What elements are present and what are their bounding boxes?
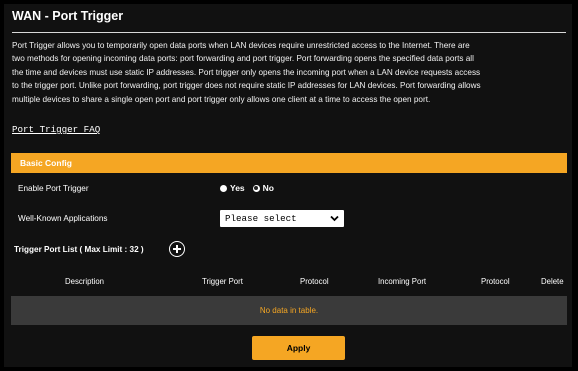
col-trigger-port: Trigger Port bbox=[202, 277, 243, 286]
well-known-apps-select[interactable]: Please select bbox=[220, 210, 344, 227]
yes-label[interactable]: Yes bbox=[230, 183, 245, 193]
title-divider bbox=[12, 32, 566, 33]
apply-button[interactable]: Apply bbox=[252, 336, 345, 360]
basic-config-header: Basic Config bbox=[11, 153, 567, 173]
description: Port Trigger allows you to temporarily o… bbox=[12, 39, 568, 106]
trigger-list-title: Trigger Port List ( Max Limit : 32 ) bbox=[14, 245, 144, 254]
col-protocol-2: Protocol bbox=[481, 277, 510, 286]
no-data-text: No data in table. bbox=[259, 306, 319, 315]
section-title: Basic Config bbox=[20, 158, 72, 168]
no-label[interactable]: No bbox=[263, 183, 274, 193]
description-line: multiple devices to share a single open … bbox=[12, 94, 431, 104]
table-header: Description Trigger Port Protocol Incomi… bbox=[11, 266, 567, 296]
description-line: to the trigger port. Unlike port forward… bbox=[12, 81, 481, 91]
well-known-apps-label: Well-Known Applications bbox=[18, 214, 108, 223]
col-delete: Delete bbox=[541, 277, 564, 286]
col-incoming-port: Incoming Port bbox=[378, 277, 427, 286]
description-line: the time and devices must use static IP … bbox=[12, 67, 481, 77]
enable-port-trigger-label: Enable Port Trigger bbox=[18, 184, 89, 193]
page-title: WAN - Port Trigger bbox=[12, 9, 124, 23]
chevron-down-icon bbox=[330, 215, 339, 222]
port-trigger-panel: WAN - Port Trigger Port Trigger allows y… bbox=[4, 4, 572, 367]
plus-circle-icon[interactable] bbox=[169, 241, 185, 257]
description-line: Port Trigger allows you to temporarily o… bbox=[12, 41, 470, 50]
enable-radio-group: Yes No bbox=[220, 183, 282, 193]
select-value: Please select bbox=[225, 213, 297, 224]
col-protocol: Protocol bbox=[300, 277, 329, 286]
yes-radio[interactable] bbox=[220, 184, 227, 192]
col-description: Description bbox=[65, 277, 104, 286]
port-trigger-faq-link[interactable]: Port Trigger FAQ bbox=[12, 124, 100, 135]
table-empty-row: No data in table. bbox=[11, 296, 567, 325]
no-radio[interactable] bbox=[252, 184, 260, 192]
description-line: two methods for opening incoming data po… bbox=[12, 54, 474, 64]
